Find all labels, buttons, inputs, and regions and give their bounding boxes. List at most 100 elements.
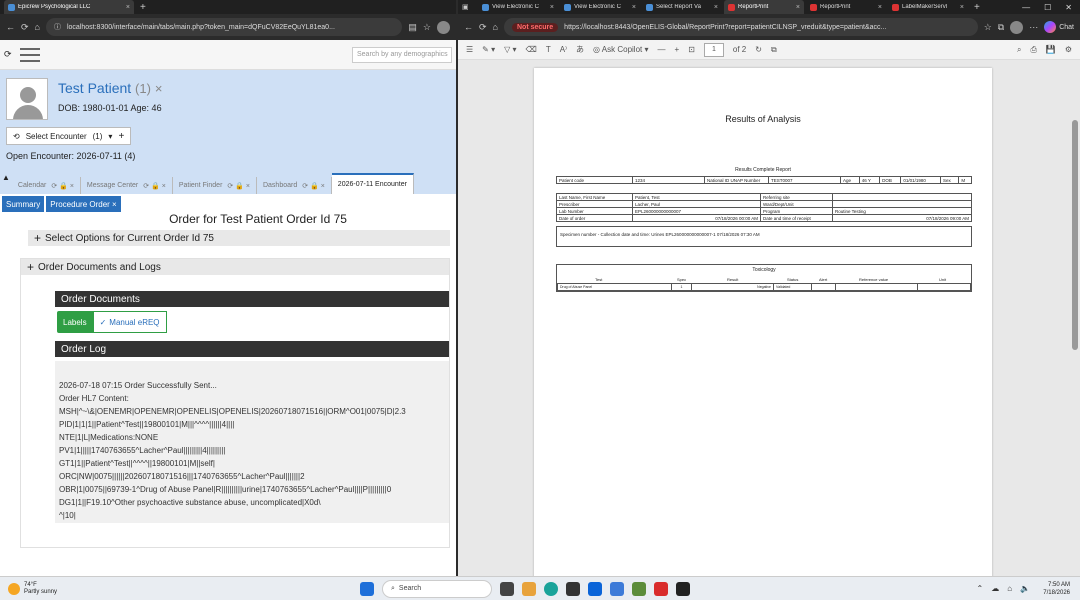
close-patient-icon[interactable]: × [155, 81, 163, 96]
more-icon[interactable]: ··· [1029, 22, 1038, 32]
volume-icon[interactable]: 🔈 [1020, 584, 1030, 593]
profile-icon[interactable] [437, 20, 450, 34]
home-icon[interactable]: ⌂ [493, 22, 498, 32]
collections-icon[interactable]: ⧉ [998, 22, 1004, 33]
refresh-icon[interactable]: ⟳ [479, 22, 487, 33]
browser-tab[interactable]: ReportPrint × [724, 0, 804, 14]
tab-dashboard[interactable]: Dashboard ⟳ 🔒 × [257, 177, 332, 194]
draw-icon[interactable]: ▽ ▾ [504, 45, 516, 54]
text-icon[interactable]: T [546, 45, 551, 54]
url-field[interactable]: ⓘ localhost:8300/interface/main/tabs/mai… [45, 18, 403, 36]
labels-button[interactable]: Labels [57, 311, 93, 333]
erase-icon[interactable]: ⌫ [526, 45, 537, 54]
taskbar: 74°F Partly sunny ⌕ Search ⌃ ☁ ⌂ 🔈 7:50 AM… [0, 576, 1080, 600]
scrollbar[interactable] [1072, 120, 1078, 350]
search-icon: ⌕ [391, 584, 395, 592]
tab-encounter[interactable]: 2026-07-11 Encounter [331, 173, 414, 194]
cell: 07/18/2026 00:00 AM [632, 214, 761, 222]
close-icon[interactable]: × [126, 4, 130, 11]
refresh-icon[interactable]: ⟳ [4, 49, 12, 60]
chevron-up-icon[interactable]: ⌃ [976, 584, 983, 593]
notepad-icon[interactable] [632, 581, 646, 596]
app-icon[interactable] [610, 581, 624, 596]
not-secure-badge[interactable]: Not secure [511, 22, 559, 32]
reader-icon[interactable]: ▤ [408, 22, 417, 33]
browser-tab[interactable]: Select Report Va × [642, 0, 722, 14]
subtab-procedure-order[interactable]: Procedure Order × [46, 196, 121, 212]
select-encounter-button[interactable]: ⟲ Select Encounter (1) ▾ + [6, 127, 132, 145]
weather-widget[interactable]: 74°F Partly sunny [0, 582, 200, 596]
collapse-icon[interactable]: ▲ [0, 173, 12, 182]
taskbar-search[interactable]: ⌕ Search [382, 579, 492, 598]
refresh-icon[interactable]: ⟳ [21, 22, 29, 33]
close-icon[interactable]: × [632, 4, 636, 11]
translate-icon[interactable]: あ [576, 44, 584, 55]
pdf-reader-icon[interactable] [654, 581, 668, 596]
add-encounter-icon[interactable]: + [118, 131, 124, 142]
avatar [6, 78, 48, 120]
store-icon[interactable] [566, 581, 580, 596]
tab-patient-finder[interactable]: Patient Finder ⟳ 🔒 × [173, 177, 257, 194]
search-icon[interactable]: ⌕ [1017, 45, 1021, 55]
profile-icon[interactable] [1010, 20, 1024, 34]
select-options-bar[interactable]: + Select Options for Current Order Id 75 [28, 230, 450, 246]
page-number-input[interactable]: 1 [703, 42, 724, 57]
zoom-out-icon[interactable]: — [658, 45, 666, 54]
tab-message-center[interactable]: Message Center ⟳ 🔒 × [81, 177, 173, 194]
edge-icon[interactable] [544, 581, 558, 596]
favorite-icon[interactable]: ☆ [984, 22, 992, 33]
hamburger-menu-icon[interactable] [19, 47, 40, 62]
minimize-icon[interactable]: — [1022, 3, 1030, 12]
new-tab-icon[interactable]: + [136, 2, 150, 13]
fit-page-icon[interactable]: ⊡ [688, 45, 695, 54]
close-icon[interactable]: × [960, 4, 964, 11]
close-window-icon[interactable]: ✕ [1065, 3, 1072, 12]
home-icon[interactable]: ⌂ [35, 22, 40, 32]
patient-name[interactable]: Test Patient (1) × [58, 80, 162, 96]
clock[interactable]: 7:50 AM 7/18/2026 [1043, 581, 1070, 597]
close-icon[interactable]: × [714, 4, 718, 11]
close-icon[interactable]: × [550, 4, 554, 11]
outlook-icon[interactable] [588, 581, 602, 596]
browser-tab[interactable]: View Electronic C × [478, 0, 558, 14]
file-explorer-icon[interactable] [522, 581, 536, 596]
manual-ereq-button[interactable]: ✓ Manual eREQ [92, 311, 167, 333]
back-icon[interactable]: ← [6, 22, 15, 32]
close-icon[interactable]: × [796, 4, 800, 11]
cell: Ward/Dept/Unit [760, 200, 833, 208]
browser-tab[interactable]: View Electronic C × [560, 0, 640, 14]
close-icon[interactable]: × [878, 4, 882, 11]
browser-tab[interactable]: ReportPrint × [806, 0, 886, 14]
task-view-icon[interactable] [500, 581, 514, 596]
url-field[interactable]: Not secure https://localhost:8443/OpenEL… [503, 18, 978, 36]
ask-copilot-button[interactable]: ◎ Ask Copilot ▾ [593, 45, 648, 54]
rotate-icon[interactable]: ↻ [755, 45, 762, 54]
terminal-icon[interactable] [676, 581, 690, 596]
patient-search-input[interactable]: Search by any demographics [352, 46, 452, 63]
network-icon[interactable]: ⌂ [1007, 584, 1012, 593]
back-icon[interactable]: ← [464, 22, 473, 32]
settings-icon[interactable]: ⚙ [1065, 45, 1072, 54]
copilot-button[interactable]: Chat [1044, 21, 1074, 33]
browser-tab[interactable]: Epicrew Psychological LLC × [4, 0, 134, 14]
subtab-summary[interactable]: Summary [2, 196, 45, 212]
start-icon[interactable] [360, 581, 374, 596]
contents-icon[interactable]: ☰ [466, 45, 473, 54]
favorite-icon[interactable]: ☆ [423, 22, 431, 33]
tab-calendar[interactable]: Calendar ⟳ 🔒 × [12, 177, 81, 194]
order-docs-logs-bar[interactable]: + Order Documents and Logs [21, 259, 449, 275]
browser-tab[interactable]: LabelMakerServl × [888, 0, 968, 14]
read-aloud-icon[interactable]: A⁾ [560, 45, 567, 54]
save-icon[interactable]: 💾 [1046, 45, 1056, 54]
report-title: Results of Analysis [725, 114, 801, 124]
zoom-in-icon[interactable]: + [675, 45, 680, 54]
print-icon[interactable]: ⎙ [1030, 45, 1036, 55]
cloud-icon[interactable]: ☁ [991, 584, 999, 593]
maximize-icon[interactable]: ☐ [1044, 3, 1051, 12]
new-tab-icon[interactable]: + [970, 2, 984, 13]
highlight-icon[interactable]: ✎ ▾ [482, 45, 495, 54]
order-log-text: 2026-07-18 07:15 Order Successfully Sent… [55, 361, 449, 523]
tab-actions-icon[interactable]: ▣ [462, 3, 476, 11]
cell: Sex [939, 176, 960, 184]
page-view-icon[interactable]: ⧉ [771, 45, 777, 55]
